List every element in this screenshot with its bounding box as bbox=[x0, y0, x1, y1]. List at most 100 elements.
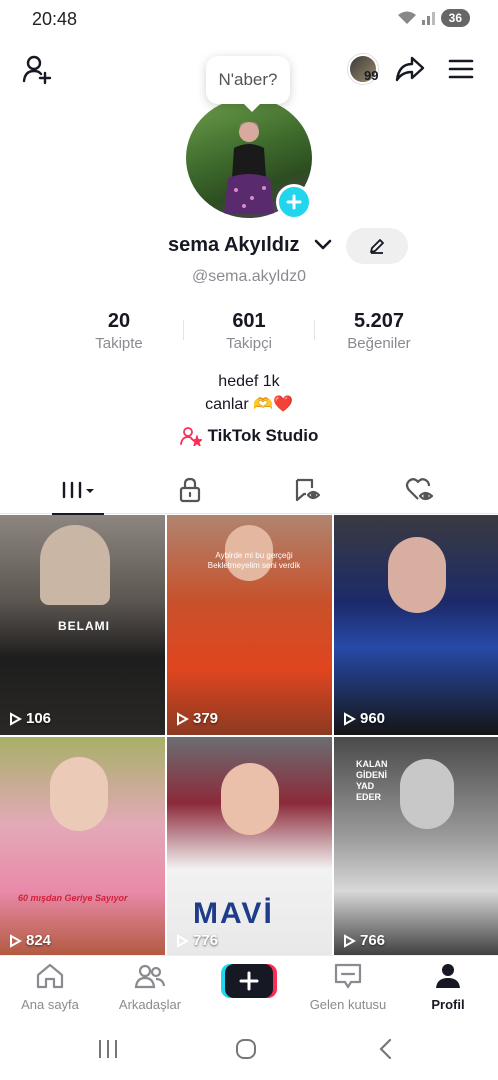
video-views: 824 bbox=[8, 932, 51, 949]
status-bar: 20:48 36 bbox=[0, 0, 498, 38]
status-icons: 36 bbox=[397, 9, 470, 27]
video-thumbnail bbox=[50, 757, 108, 831]
views-count: 824 bbox=[26, 932, 52, 949]
hamburger-icon bbox=[448, 59, 474, 79]
views-count: 960 bbox=[360, 710, 386, 727]
create-button[interactable] bbox=[221, 964, 277, 998]
studio-user-star-icon bbox=[179, 427, 202, 446]
video-grid: BELAMI 106 Aybirde mi bu gerçeği Bekletm… bbox=[0, 515, 498, 957]
play-icon bbox=[177, 711, 189, 726]
video-caption: Aybirde mi bu gerçeği Bekletmeyelim seni… bbox=[207, 551, 301, 570]
edit-profile-button[interactable] bbox=[346, 228, 408, 264]
stories-button[interactable]: 99 bbox=[340, 52, 386, 86]
share-icon bbox=[395, 56, 425, 82]
nav-label: Ana sayfa bbox=[21, 997, 79, 1012]
video-tile[interactable]: KALAN GİDENİ YAD EDER 766 bbox=[334, 737, 498, 957]
video-thumbnail bbox=[221, 763, 279, 835]
story-count: 99 bbox=[364, 68, 379, 83]
inbox-icon bbox=[334, 963, 362, 989]
add-friend-button[interactable] bbox=[20, 52, 54, 86]
stat-label: Beğeniler bbox=[347, 335, 411, 352]
add-story-button[interactable] bbox=[276, 184, 312, 220]
video-caption: MAVİ bbox=[193, 897, 274, 930]
stat-likes[interactable]: 5.207 Beğeniler bbox=[314, 310, 444, 352]
pencil-icon bbox=[370, 239, 384, 254]
video-caption: BELAMI bbox=[58, 619, 110, 633]
status-time: 20:48 bbox=[32, 9, 78, 29]
tiktok-studio-link[interactable]: TikTok Studio bbox=[0, 426, 498, 446]
menu-button[interactable] bbox=[446, 54, 476, 84]
bottom-navigation: Ana sayfa Arkadaşlar Gelen kutusu Profil bbox=[0, 955, 498, 1015]
play-icon bbox=[344, 933, 356, 948]
play-icon bbox=[344, 711, 356, 726]
video-tile[interactable]: 960 bbox=[334, 515, 498, 735]
home-system-icon[interactable] bbox=[234, 1038, 258, 1060]
views-count: 776 bbox=[193, 932, 219, 949]
play-icon bbox=[10, 933, 22, 948]
stat-following[interactable]: 20 Takipte bbox=[54, 310, 184, 352]
nav-label: Profil bbox=[431, 997, 465, 1012]
video-thumbnail bbox=[388, 537, 446, 613]
video-tile[interactable]: BELAMI 106 bbox=[0, 515, 165, 735]
heart-hidden-icon bbox=[405, 478, 434, 501]
profile-icon bbox=[436, 964, 460, 988]
bio-line: canlar 🫶❤️ bbox=[205, 396, 293, 413]
profile-bio: hedef 1k canlar 🫶❤️ bbox=[0, 370, 498, 416]
bio-line: hedef 1k bbox=[218, 373, 280, 390]
tab-liked[interactable] bbox=[358, 466, 482, 514]
video-views: 106 bbox=[8, 710, 51, 727]
nav-inbox[interactable]: Gelen kutusu bbox=[298, 962, 398, 1012]
play-icon bbox=[177, 933, 189, 948]
video-thumbnail bbox=[400, 759, 454, 829]
back-icon[interactable] bbox=[376, 1038, 396, 1060]
friends-icon bbox=[134, 964, 166, 989]
status-bubble[interactable]: N'aber? bbox=[206, 56, 290, 112]
nav-friends[interactable]: Arkadaşlar bbox=[100, 962, 200, 1012]
video-views: 776 bbox=[175, 932, 218, 949]
content-tabs bbox=[0, 466, 498, 515]
share-profile-button[interactable] bbox=[394, 52, 426, 86]
system-navigation bbox=[0, 1020, 498, 1080]
profile-handle: @sema.akyldz0 bbox=[191, 268, 307, 285]
stat-value: 601 bbox=[232, 310, 266, 332]
video-tile[interactable]: MAVİ 776 bbox=[167, 737, 332, 957]
studio-label: TikTok Studio bbox=[207, 426, 319, 445]
views-count: 379 bbox=[193, 710, 219, 727]
nav-label: Gelen kutusu bbox=[309, 997, 387, 1012]
bubble-text: N'aber? bbox=[218, 70, 278, 89]
plus-icon bbox=[286, 194, 302, 210]
create-plus-icon bbox=[221, 964, 277, 998]
play-icon bbox=[10, 711, 22, 726]
nav-label: Arkadaşlar bbox=[118, 997, 182, 1012]
home-icon bbox=[36, 963, 64, 989]
signal-icon bbox=[421, 12, 435, 25]
tab-private[interactable] bbox=[128, 466, 252, 514]
nav-profile[interactable]: Profil bbox=[398, 962, 498, 1012]
recent-apps-icon[interactable] bbox=[96, 1038, 120, 1060]
name-row: sema Akyıldız bbox=[0, 228, 498, 264]
video-thumbnail bbox=[40, 525, 110, 605]
profile-stats: 20 Takipte 601 Takipçi 5.207 Beğeniler bbox=[0, 310, 498, 360]
nav-home[interactable]: Ana sayfa bbox=[0, 962, 100, 1012]
views-count: 106 bbox=[26, 710, 52, 727]
video-caption: KALAN GİDENİ YAD EDER bbox=[356, 759, 388, 802]
video-caption: 60 mışdan Geriye Sayıyor bbox=[18, 893, 128, 903]
video-tile[interactable]: Aybirde mi bu gerçeği Bekletmeyelim seni… bbox=[167, 515, 332, 735]
video-views: 766 bbox=[342, 932, 385, 949]
stat-value: 5.207 bbox=[353, 310, 405, 332]
tab-videos[interactable] bbox=[16, 466, 140, 515]
lock-icon bbox=[179, 477, 201, 503]
stat-followers[interactable]: 601 Takipçi bbox=[184, 310, 314, 352]
chevron-down-icon[interactable] bbox=[314, 239, 332, 251]
tab-reposts[interactable] bbox=[246, 466, 370, 514]
grid-videos-icon bbox=[62, 481, 94, 499]
views-count: 766 bbox=[360, 932, 386, 949]
avatar-photo bbox=[224, 121, 274, 214]
video-tile[interactable]: 60 mışdan Geriye Sayıyor 824 bbox=[0, 737, 165, 957]
profile-name[interactable]: sema Akyıldız bbox=[168, 234, 300, 257]
video-views: 960 bbox=[342, 710, 385, 727]
video-views: 379 bbox=[175, 710, 218, 727]
stat-value: 20 bbox=[107, 310, 131, 332]
add-user-icon bbox=[22, 55, 52, 85]
battery-indicator: 36 bbox=[440, 9, 470, 27]
